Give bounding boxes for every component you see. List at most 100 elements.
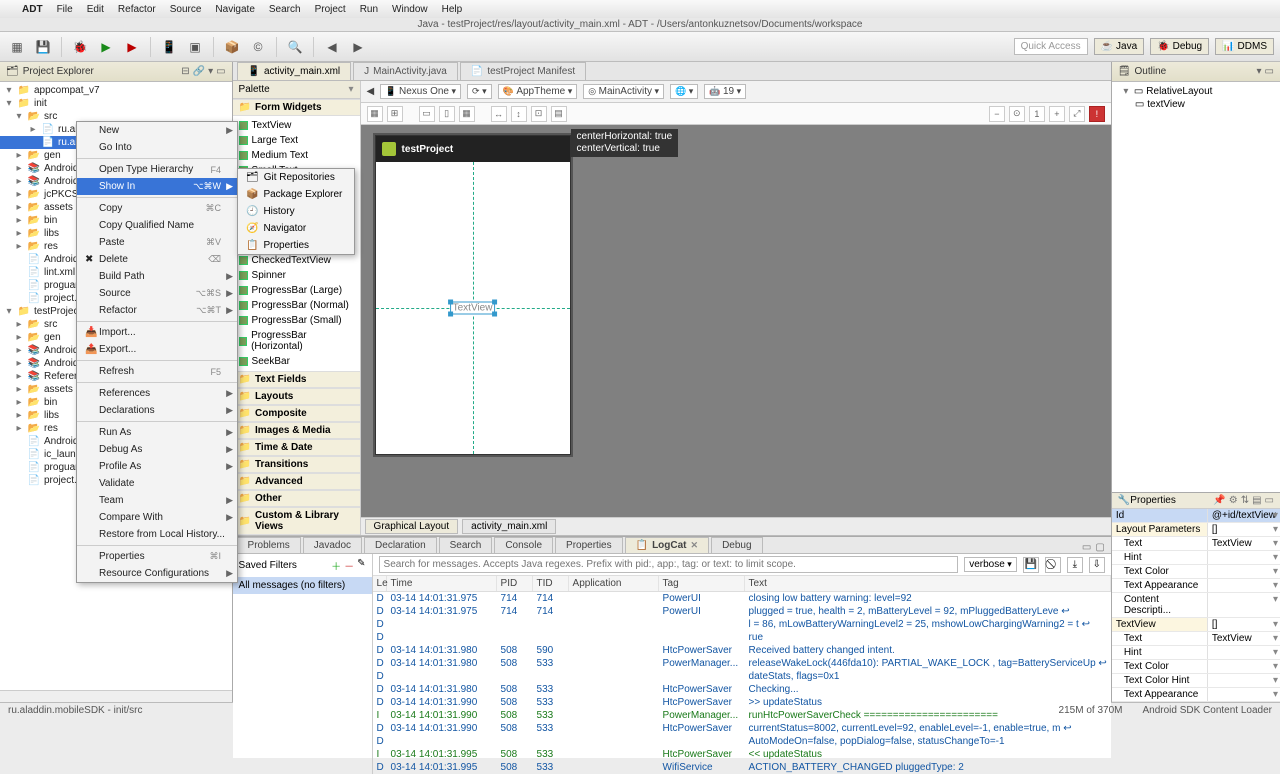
tool-a[interactable]: ▭: [419, 106, 435, 122]
scrollbar-h[interactable]: [0, 690, 232, 702]
properties-grid[interactable]: Id@+id/textView▾Layout Parameters[]▾ Text…: [1112, 509, 1280, 702]
menu-window[interactable]: Window: [392, 4, 428, 15]
scroll-lock-icon[interactable]: ⤓: [1067, 557, 1083, 573]
forward-button[interactable]: ▶: [347, 36, 369, 58]
ctx-new[interactable]: New▶: [77, 122, 237, 139]
prop-row[interactable]: Text Color▾: [1112, 565, 1280, 579]
cat-icon[interactable]: ▤: [1252, 495, 1261, 506]
palette-section[interactable]: 📁Time & Date: [233, 439, 360, 456]
bottom-tab-console[interactable]: Console: [494, 537, 553, 553]
ctx-profile-as[interactable]: Profile As▶: [77, 458, 237, 475]
log-row[interactable]: I03-14 14:01:31.990508533PowerManager...…: [373, 709, 1111, 722]
palette-checkedtextview[interactable]: CheckedTextView: [233, 253, 360, 268]
bottom-tab-debug[interactable]: Debug: [711, 537, 762, 553]
new-package-button[interactable]: 📦: [221, 36, 243, 58]
log-row[interactable]: D03-14 14:01:31.980508533HtcPowerSaverCh…: [373, 683, 1111, 696]
log-row[interactable]: DAutoModeOn=false, popDialog=false, stat…: [373, 735, 1111, 748]
textview-widget[interactable]: TextView: [450, 302, 496, 315]
perspective-ddms[interactable]: 📊DDMS: [1215, 38, 1274, 55]
palette-section[interactable]: 📁Transitions: [233, 456, 360, 473]
outline-tree[interactable]: ▾▭RelativeLayout ▭textView: [1112, 82, 1280, 114]
ctx-go-into[interactable]: Go Into: [77, 139, 237, 156]
prop-row[interactable]: Text Appearance▾: [1112, 688, 1280, 702]
tool-e[interactable]: ↕: [511, 106, 527, 122]
showin-git-repositories[interactable]: 🗂Git Repositories: [238, 169, 354, 186]
logcat-search-input[interactable]: [379, 556, 959, 573]
filter-all-messages[interactable]: All messages (no filters): [233, 577, 372, 594]
api-combo[interactable]: 🤖 19 ▾: [704, 84, 746, 99]
palette-textview[interactable]: TextView: [233, 118, 360, 133]
new-class-button[interactable]: ©: [247, 36, 269, 58]
ctx-validate[interactable]: Validate: [77, 475, 237, 492]
run-button[interactable]: ▶: [95, 36, 117, 58]
ctx-declarations[interactable]: Declarations▶: [77, 402, 237, 419]
ctx-references[interactable]: References▶: [77, 385, 237, 402]
ctx-paste[interactable]: Paste⌘V: [77, 234, 237, 251]
quick-access[interactable]: Quick Access: [1014, 38, 1088, 55]
log-row[interactable]: D03-14 14:01:31.995508533WifiServiceACTI…: [373, 761, 1111, 774]
palette-section[interactable]: 📁Composite: [233, 405, 360, 422]
device-combo[interactable]: 📱 Nexus One ▾: [380, 84, 461, 99]
back-design-icon[interactable]: ◀: [367, 86, 375, 97]
menu-help[interactable]: Help: [442, 4, 463, 15]
ctx-open-type-hierarchy[interactable]: Open Type HierarchyF4: [77, 161, 237, 178]
palette-progressbar-normal-[interactable]: ProgressBar (Normal): [233, 298, 360, 313]
tool-c[interactable]: ▦: [459, 106, 475, 122]
ctx-export-[interactable]: 📤Export...: [77, 341, 237, 358]
prop-row[interactable]: Content Descripti...▾: [1112, 593, 1280, 618]
ctx-source[interactable]: Source⌥⌘S▶: [77, 285, 237, 302]
context-submenu-showin[interactable]: 🗂Git Repositories📦Package Explorer🕘Histo…: [237, 168, 355, 255]
showin-history[interactable]: 🕘History: [238, 203, 354, 220]
bottom-tab-declaration[interactable]: Declaration: [364, 537, 437, 553]
ctx-refactor[interactable]: Refactor⌥⌘T▶: [77, 302, 237, 319]
prop-row[interactable]: Id@+id/textView▾: [1112, 509, 1280, 523]
prop-row[interactable]: Layout Parameters[]▾: [1112, 523, 1280, 537]
ctx-properties[interactable]: Properties⌘I: [77, 548, 237, 565]
tab-graphical-layout[interactable]: Graphical Layout: [365, 519, 459, 534]
debug-button[interactable]: 🐞: [69, 36, 91, 58]
save-button[interactable]: 💾: [32, 36, 54, 58]
menu-navigate[interactable]: Navigate: [215, 4, 254, 15]
tab-manifest[interactable]: 📄testProject Manifest: [460, 62, 586, 80]
ctx-restore-from-local-history-[interactable]: Restore from Local History...: [77, 526, 237, 543]
zoom-fit-icon[interactable]: ⊙: [1009, 106, 1025, 122]
palette-progressbar-small-[interactable]: ProgressBar (Small): [233, 313, 360, 328]
showin-package-explorer[interactable]: 📦Package Explorer: [238, 186, 354, 203]
zoom-out-icon[interactable]: −: [989, 106, 1005, 122]
tool-f[interactable]: ⊡: [531, 106, 547, 122]
log-row[interactable]: Drue: [373, 631, 1111, 644]
menu-project[interactable]: Project: [315, 4, 346, 15]
menu-run[interactable]: Run: [360, 4, 378, 15]
menu-search[interactable]: Search: [269, 4, 301, 15]
palette-section[interactable]: 📁Other: [233, 490, 360, 507]
bottom-tab-javadoc[interactable]: Javadoc: [303, 537, 362, 553]
prop-row[interactable]: TextView[]▾: [1112, 618, 1280, 632]
context-menu[interactable]: New▶Go Into Open Type HierarchyF4Show In⌥…: [76, 121, 238, 583]
ctx-resource-configurations[interactable]: Resource Configurations▶: [77, 565, 237, 582]
showin-navigator[interactable]: 🧭Navigator: [238, 220, 354, 237]
ctx-build-path[interactable]: Build Path▶: [77, 268, 237, 285]
log-row[interactable]: D03-14 14:01:31.990508533HtcPowerSavercu…: [373, 722, 1111, 735]
log-row[interactable]: D03-14 14:01:31.975714714PowerUIclosing …: [373, 592, 1111, 605]
tool-g[interactable]: ▤: [551, 106, 567, 122]
locale-combo[interactable]: 🌐 ▾: [670, 84, 698, 99]
orientation-combo[interactable]: ⟳ ▾: [467, 84, 492, 99]
log-row[interactable]: DdateStats, flags=0x1: [373, 670, 1111, 683]
open-type-button[interactable]: 🔍: [284, 36, 306, 58]
log-row[interactable]: I03-14 14:01:31.995508533HtcPowerSaver<<…: [373, 748, 1111, 761]
palette-progressbar-large-[interactable]: ProgressBar (Large): [233, 283, 360, 298]
palette-large-text[interactable]: Large Text: [233, 133, 360, 148]
ctx-refresh[interactable]: RefreshF5: [77, 363, 237, 380]
palette-medium-text[interactable]: Medium Text: [233, 148, 360, 163]
ctx-show-in[interactable]: Show In⌥⌘W▶: [77, 178, 237, 195]
menu-source[interactable]: Source: [170, 4, 202, 15]
lint-error-icon[interactable]: !: [1089, 106, 1105, 122]
zoom-100-icon[interactable]: 1: [1029, 106, 1045, 122]
perspective-debug[interactable]: 🐞Debug: [1150, 38, 1209, 55]
back-button[interactable]: ◀: [321, 36, 343, 58]
logcat-table[interactable]: Le Time PID TID Application Tag Text D03…: [373, 576, 1111, 774]
tool-snap[interactable]: ⊞: [387, 106, 403, 122]
pin-icon[interactable]: 📌: [1213, 495, 1225, 506]
ctx-debug-as[interactable]: Debug As▶: [77, 441, 237, 458]
device-preview[interactable]: testProject TextView: [375, 135, 571, 455]
